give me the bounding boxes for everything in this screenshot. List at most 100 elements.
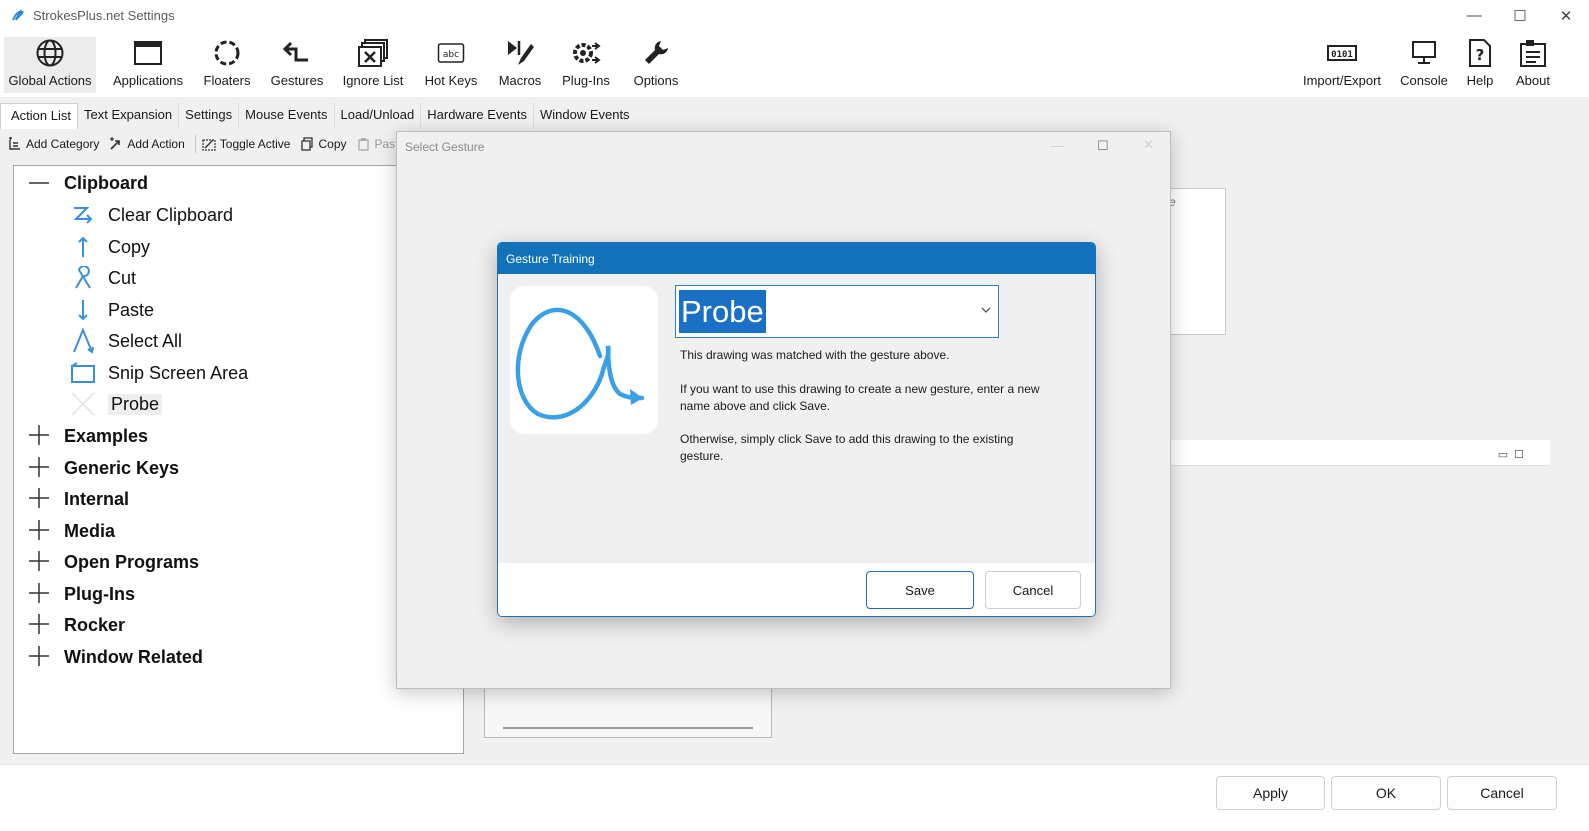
snip-rectangle-gesture-icon (70, 360, 96, 386)
gesture-cancel-button[interactable]: Cancel (985, 571, 1081, 609)
gesture-name-combobox[interactable]: Probe (675, 285, 999, 338)
expand-icon[interactable] (28, 424, 52, 448)
paste-icon (357, 137, 371, 151)
cancel-button[interactable]: Cancel (1447, 776, 1557, 810)
probe-placeholder-icon (70, 391, 96, 417)
gesture-training-footer: Save Cancel (498, 563, 1095, 616)
svg-text:0101: 0101 (1331, 50, 1353, 60)
macros-icon (502, 37, 538, 69)
clear-clipboard-gesture-icon (70, 202, 96, 228)
ok-button[interactable]: OK (1331, 776, 1441, 810)
ribbon-hot-keys[interactable]: abc Hot Keys (420, 37, 482, 93)
expand-icon[interactable] (28, 519, 52, 543)
circle-dots-icon (209, 37, 245, 69)
minimize-button[interactable]: — (1451, 0, 1497, 31)
expand-icon[interactable] (28, 550, 52, 574)
tab-action-list[interactable]: Action List (0, 103, 78, 129)
tab-text-expansion[interactable]: Text Expansion (78, 103, 180, 129)
help-icon: ? (1462, 37, 1498, 69)
tab-settings[interactable]: Settings (179, 103, 240, 129)
title-bar: StrokesPlus.net Settings — ☐ ✕ (0, 0, 1589, 31)
existing-gesture-message: Otherwise, simply click Save to add this… (680, 432, 1014, 463)
ribbon-gestures[interactable]: Gestures (266, 37, 328, 93)
gesture-drawing-preview (510, 286, 658, 434)
tree-action-select-all[interactable]: Select All (70, 326, 182, 356)
tree-action-clear-clipboard[interactable]: Clear Clipboard (70, 200, 233, 230)
plugin-gear-icon (568, 37, 604, 69)
tree-action-probe[interactable]: Probe (70, 389, 163, 419)
tree-category-media[interactable]: Media (28, 516, 115, 546)
collapse-icon[interactable] (28, 171, 52, 195)
ribbon-ignore-list[interactable]: Ignore List (338, 37, 408, 93)
tab-mouse-events[interactable]: Mouse Events (239, 103, 335, 129)
tree-category-open-programs[interactable]: Open Programs (28, 547, 199, 577)
ribbon-help[interactable]: ? Help (1460, 37, 1500, 93)
tree-action-cut[interactable]: Cut (70, 263, 136, 293)
tree-action-copy[interactable]: Copy (70, 232, 150, 262)
ribbon-about[interactable]: About (1510, 37, 1556, 93)
add-action-button[interactable]: Add Action (109, 137, 185, 151)
cut-gesture-icon (70, 265, 96, 291)
import-export-icon: 0101 (1324, 37, 1360, 69)
ribbon-plug-ins[interactable]: Plug-Ins (558, 37, 614, 93)
chevron-down-icon[interactable] (980, 304, 992, 316)
horizontal-scrollbar[interactable] (503, 727, 753, 729)
drawn-gesture-stroke-icon (515, 307, 645, 420)
ribbon-floaters[interactable]: Floaters (200, 37, 254, 93)
select-gesture-close-button[interactable]: ✕ (1143, 137, 1154, 153)
ribbon-global-actions[interactable]: Global Actions (4, 37, 96, 93)
ribbon-applications[interactable]: Applications (108, 37, 188, 93)
tree-action-snip-screen-area[interactable]: Snip Screen Area (70, 358, 248, 388)
expand-icon[interactable] (28, 487, 52, 511)
close-button[interactable]: ✕ (1543, 0, 1589, 31)
up-gesture-icon (70, 234, 96, 260)
window-title: StrokesPlus.net Settings (33, 8, 175, 23)
expand-icon[interactable] (28, 645, 52, 669)
ribbon-import-export[interactable]: 0101 Import/Export (1296, 37, 1388, 93)
match-message: This drawing was matched with the gestur… (680, 348, 950, 362)
select-gesture-maximize-button[interactable]: ☐ (1097, 138, 1109, 154)
apply-button[interactable]: Apply (1216, 776, 1325, 810)
tree-category-rocker[interactable]: Rocker (28, 610, 125, 640)
ignore-windows-icon (355, 37, 391, 69)
gesture-name-selected-text[interactable]: Probe (679, 290, 766, 333)
tree-category-internal[interactable]: Internal (28, 484, 129, 514)
gesture-arrow-icon (279, 37, 315, 69)
tab-hardware-events[interactable]: Hardware Events (421, 103, 534, 129)
expand-icon[interactable] (28, 456, 52, 480)
tree-category-plug-ins[interactable]: Plug-Ins (28, 579, 135, 609)
about-icon (1515, 37, 1551, 69)
maximize-button[interactable]: ☐ (1497, 0, 1543, 31)
wrench-icon (638, 37, 674, 69)
ribbon-console[interactable]: Console (1398, 37, 1450, 93)
ribbon-macros[interactable]: Macros (494, 37, 546, 93)
window-icon (130, 37, 166, 69)
background-list-box (484, 688, 772, 738)
settings-tabs: Action List Text Expansion Settings Mous… (0, 103, 636, 129)
tree-category-clipboard[interactable]: Clipboard (28, 168, 148, 198)
add-action-icon (109, 137, 123, 151)
toolbar-separator (194, 135, 196, 153)
select-all-gesture-icon (70, 328, 96, 354)
tree-category-examples[interactable]: Examples (28, 421, 148, 451)
tab-window-events[interactable]: Window Events (534, 103, 636, 129)
select-gesture-minimize-button[interactable]: — (1051, 138, 1064, 153)
expand-icon[interactable] (28, 582, 52, 606)
down-gesture-icon (70, 297, 96, 323)
toggle-active-button[interactable]: Toggle Active (202, 137, 290, 151)
copy-button[interactable]: Copy (300, 137, 347, 151)
tab-load-unload[interactable]: Load/Unload (335, 103, 422, 129)
svg-text:abc: abc (443, 50, 459, 60)
ribbon-options[interactable]: Options (628, 37, 684, 93)
add-category-icon (8, 137, 22, 151)
save-button[interactable]: Save (866, 571, 974, 609)
copy-icon (300, 137, 314, 151)
editor-window-controls-icon[interactable]: ▭☐ (1498, 448, 1530, 461)
tree-action-paste[interactable]: Paste (70, 295, 154, 325)
select-gesture-title: Select Gesture (405, 140, 485, 154)
globe-icon (32, 37, 68, 69)
tree-category-window-related[interactable]: Window Related (28, 642, 203, 672)
tree-category-generic-keys[interactable]: Generic Keys (28, 453, 179, 483)
expand-icon[interactable] (28, 613, 52, 637)
add-category-button[interactable]: Add Category (8, 137, 99, 151)
